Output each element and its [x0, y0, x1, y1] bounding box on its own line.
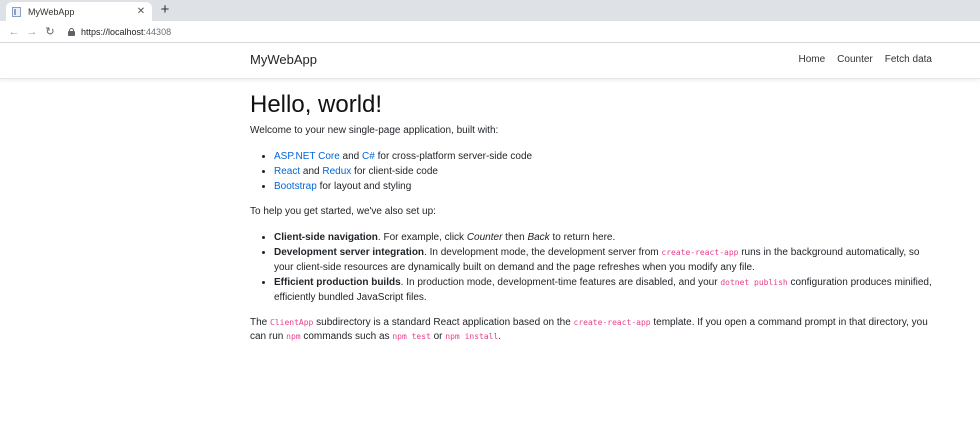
browser-tabstrip: MyWebApp ✕ +: [0, 0, 980, 21]
forward-arrow-icon[interactable]: →: [24, 26, 40, 38]
inline-code: create-react-app: [661, 248, 739, 257]
list-text: then: [502, 232, 528, 243]
list-item-title: Efficient production builds: [274, 277, 401, 288]
csharp-link[interactable]: C#: [362, 151, 375, 162]
list-item: Efficient production builds. In producti…: [274, 275, 940, 305]
text-run: subdirectory is a standard React applica…: [313, 317, 574, 328]
list-text: . For example, click: [377, 232, 467, 243]
inline-code: npm: [286, 332, 301, 341]
reload-icon[interactable]: ↻: [42, 25, 58, 38]
list-item-title: Development server integration: [274, 247, 425, 258]
inline-code: create-react-app: [573, 318, 651, 327]
list-item: Bootstrap for layout and styling: [274, 179, 940, 194]
main-content: Hello, world! Welcome to your new single…: [250, 91, 940, 355]
list-text: for client-side code: [351, 166, 438, 177]
inline-code: dotnet publish: [720, 278, 788, 287]
react-link[interactable]: React: [274, 166, 300, 177]
list-item: Client-side navigation. For example, cli…: [274, 230, 940, 245]
redux-link[interactable]: Redux: [322, 166, 351, 177]
list-text: . In development mode, the development s…: [424, 247, 662, 258]
back-arrow-icon[interactable]: ←: [6, 26, 22, 38]
setup-list: Client-side navigation. For example, cli…: [274, 230, 940, 305]
list-text: for layout and styling: [316, 181, 412, 192]
bootstrap-link[interactable]: Bootstrap: [274, 181, 317, 192]
browser-tab[interactable]: MyWebApp ✕: [6, 2, 152, 21]
list-item-title: Client-side navigation: [274, 232, 378, 243]
list-item: React and Redux for client-side code: [274, 164, 940, 179]
emphasis-text: Back: [527, 232, 550, 243]
text-run: The: [250, 317, 271, 328]
new-tab-button[interactable]: +: [158, 1, 172, 19]
address-bar[interactable]: https://localhost:44308: [68, 27, 171, 37]
text-run: commands such as: [300, 331, 393, 342]
aspnet-core-link[interactable]: ASP.NET Core: [274, 151, 340, 162]
url-host: https://localhost: [81, 26, 144, 37]
text-run: or: [430, 331, 446, 342]
nav-links: Home Counter Fetch data: [786, 54, 932, 65]
nav-link-fetch-data[interactable]: Fetch data: [885, 54, 932, 65]
inline-code: npm install: [445, 332, 499, 341]
intro-text: Welcome to your new single-page applicat…: [250, 125, 499, 136]
tab-title: MyWebApp: [28, 6, 75, 17]
nav-link-counter[interactable]: Counter: [837, 54, 873, 65]
page-title: Hello, world!: [250, 91, 383, 118]
list-text: . In production mode, development-time f…: [400, 277, 721, 288]
inline-code: ClientApp: [270, 318, 314, 327]
inline-code: npm test: [392, 332, 431, 341]
emphasis-text: Counter: [466, 232, 503, 243]
built-with-list: ASP.NET Core and C# for cross-platform s…: [274, 149, 940, 194]
nav-link-home[interactable]: Home: [798, 54, 825, 65]
brand-link[interactable]: MyWebApp: [250, 52, 317, 67]
list-item: Development server integration. In devel…: [274, 245, 940, 275]
text-run: .: [498, 331, 502, 342]
list-text: and: [300, 166, 323, 177]
close-tab-icon[interactable]: ✕: [136, 6, 146, 17]
lock-icon: [68, 27, 75, 36]
url-port: :44308: [143, 26, 172, 37]
list-text: for cross-platform server-side code: [374, 151, 533, 162]
footer-text: The ClientApp subdirectory is a standard…: [250, 316, 940, 344]
list-item: ASP.NET Core and C# for cross-platform s…: [274, 149, 940, 164]
browser-toolbar: ← → ↻ https://localhost:44308: [0, 21, 980, 43]
app-navbar: MyWebApp Home Counter Fetch data: [0, 43, 980, 79]
page-favicon-icon: [12, 6, 21, 17]
list-text: and: [339, 151, 363, 162]
list-text: to return here.: [549, 232, 616, 243]
setup-intro-text: To help you get started, we've also set …: [250, 206, 436, 217]
